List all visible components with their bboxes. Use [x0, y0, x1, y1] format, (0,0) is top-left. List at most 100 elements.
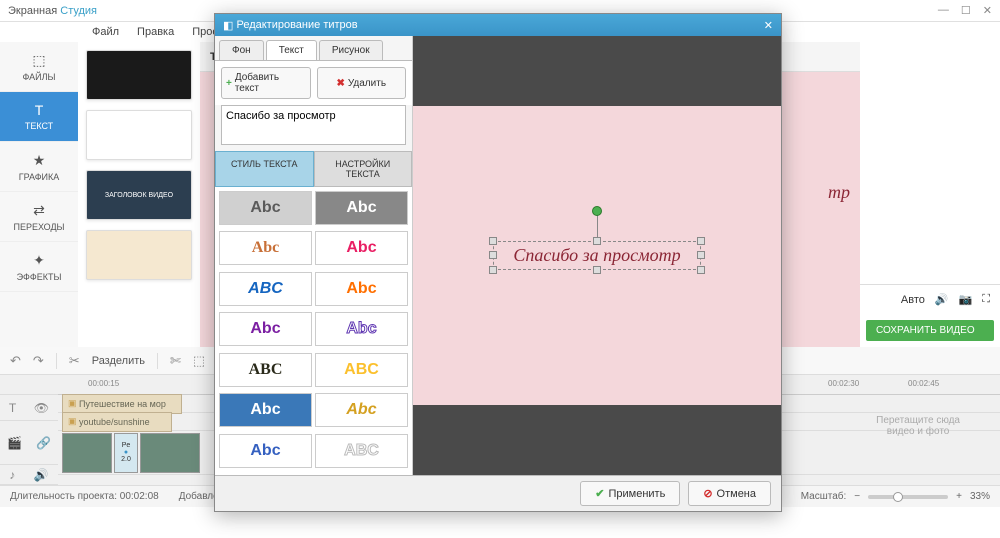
resize-handle-tr[interactable]: [697, 237, 705, 245]
thumb-item[interactable]: ЗАГОЛОВОК ВИДЕО: [86, 170, 192, 220]
ruler-tick: 00:00:15: [88, 379, 119, 388]
text-icon: T: [35, 102, 44, 118]
resize-handle-bm[interactable]: [593, 266, 601, 274]
menu-file[interactable]: Файл: [92, 26, 119, 38]
style-preset[interactable]: Abc: [219, 231, 312, 265]
sidebar-tab-files[interactable]: ⬚ФАЙЛЫ: [0, 42, 78, 92]
dialog-close-icon[interactable]: ✕: [764, 19, 773, 32]
x-icon: ✖: [336, 78, 344, 89]
audio-track-icon[interactable]: ♪: [9, 468, 15, 482]
resize-handle-ml[interactable]: [489, 251, 497, 259]
dialog-titlebar[interactable]: ◧ Редактирование титров ✕: [215, 14, 781, 36]
cut-icon[interactable]: ✄: [170, 353, 181, 369]
sidebar-tab-text[interactable]: TТЕКСТ: [0, 92, 78, 142]
cancel-icon: ⊘: [703, 487, 712, 500]
subtab-text-settings[interactable]: НАСТРОЙКИ ТЕКСТА: [314, 151, 413, 187]
menu-edit[interactable]: Правка: [137, 26, 174, 38]
check-icon: ✔: [595, 487, 604, 500]
resize-handle-bl[interactable]: [489, 266, 497, 274]
undo-icon[interactable]: ↶: [10, 353, 21, 369]
style-preset[interactable]: Abc: [219, 312, 312, 346]
style-preset[interactable]: Abc: [219, 393, 312, 427]
hint-line: Перетащите сюда: [876, 415, 960, 426]
sidebar-label: ЭФФЕКТЫ: [17, 272, 62, 282]
close-icon[interactable]: ✕: [983, 4, 992, 17]
btn-label: Удалить: [348, 78, 386, 89]
track-headers: T 👁 🎬 🔗 ♪ 🔊: [0, 375, 58, 485]
style-preset[interactable]: Abc: [315, 191, 408, 225]
cancel-button[interactable]: ⊘Отмена: [688, 481, 771, 506]
text-bounding-box[interactable]: Спасибо за просмотр: [493, 241, 700, 270]
style-subtabs: СТИЛЬ ТЕКСТА НАСТРОЙКИ ТЕКСТА: [215, 151, 412, 187]
dialog-title: Редактирование титров: [236, 19, 357, 31]
thumb-item[interactable]: [86, 230, 192, 280]
rotation-line: [597, 213, 598, 238]
style-preset[interactable]: Abc: [219, 191, 312, 225]
delete-text-button[interactable]: ✖ Удалить: [317, 67, 407, 99]
zoom-thumb[interactable]: [893, 492, 903, 502]
save-video-button[interactable]: СОХРАНИТЬ ВИДЕО: [866, 320, 994, 341]
rotation-handle[interactable]: [592, 206, 602, 216]
style-preset[interactable]: Abc: [315, 312, 408, 346]
video-track-icon[interactable]: 🎬: [7, 436, 22, 450]
speaker-icon[interactable]: 🔊: [34, 468, 49, 482]
crop-icon[interactable]: ⬚: [193, 353, 205, 369]
split-label[interactable]: Разделить: [92, 355, 145, 367]
clip-label: Pe: [122, 442, 131, 449]
auto-label[interactable]: Авто: [901, 294, 925, 306]
tab-text[interactable]: Текст: [266, 40, 317, 60]
style-preset[interactable]: Abc: [315, 231, 408, 265]
text-clip[interactable]: ▣ Путешествие на мор: [62, 394, 182, 414]
add-text-button[interactable]: +Добавить текст: [221, 67, 311, 99]
tab-image[interactable]: Рисунок: [319, 40, 383, 60]
text-input[interactable]: [221, 105, 406, 145]
resize-handle-tm[interactable]: [593, 237, 601, 245]
text-action-buttons: +Добавить текст ✖ Удалить: [215, 60, 412, 105]
sidebar-tab-graphics[interactable]: ★ГРАФИКА: [0, 142, 78, 192]
clip-label: Путешествие на мор: [79, 399, 166, 409]
maximize-icon[interactable]: ☐: [961, 4, 971, 17]
preview-frame[interactable]: Спасибо за просмотр: [413, 106, 781, 405]
star-icon: ★: [33, 152, 46, 169]
subtab-text-style[interactable]: СТИЛЬ ТЕКСТА: [215, 151, 314, 187]
link-icon[interactable]: 🔗: [36, 436, 51, 450]
style-preset[interactable]: Abc: [315, 393, 408, 427]
style-preset[interactable]: ABC: [219, 272, 312, 306]
style-preset[interactable]: ABC: [219, 353, 312, 387]
redo-icon[interactable]: ↷: [33, 353, 44, 369]
style-preset[interactable]: Abc: [219, 434, 312, 468]
resize-handle-br[interactable]: [697, 266, 705, 274]
video-clip[interactable]: [62, 433, 112, 473]
sidebar: ⬚ФАЙЛЫ TТЕКСТ ★ГРАФИКА ⇄ПЕРЕХОДЫ ✦ЭФФЕКТ…: [0, 42, 78, 347]
text-clip[interactable]: ▣ youtube/sunshine: [62, 412, 172, 432]
clip-label: youtube/sunshine: [79, 417, 150, 427]
preview-stage[interactable]: Спасибо за просмотр: [413, 36, 781, 475]
text-track-icon[interactable]: T: [9, 401, 16, 415]
sidebar-tab-transitions[interactable]: ⇄ПЕРЕХОДЫ: [0, 192, 78, 242]
style-preset[interactable]: Abc: [315, 272, 408, 306]
transition-clip[interactable]: Pe ● 2.0: [114, 433, 138, 473]
camera-icon[interactable]: 📷: [959, 293, 973, 306]
zoom-slider[interactable]: [868, 495, 948, 499]
dialog-preview: Спасибо за просмотр: [413, 36, 781, 475]
apply-button[interactable]: ✔Применить: [580, 481, 680, 506]
zoom-out-icon[interactable]: −: [854, 491, 860, 502]
dialog-left-panel: Фон Текст Рисунок +Добавить текст ✖ Удали…: [215, 36, 413, 475]
resize-handle-mr[interactable]: [697, 251, 705, 259]
thumb-item[interactable]: [86, 110, 192, 160]
split-icon[interactable]: ✂: [69, 353, 80, 369]
zoom-in-icon[interactable]: +: [956, 491, 962, 502]
fullscreen-icon[interactable]: ⛶: [982, 293, 990, 306]
eye-icon[interactable]: 👁: [34, 401, 49, 415]
template-thumbs: ЗАГОЛОВОК ВИДЕО: [78, 42, 200, 347]
style-preset[interactable]: ABC: [315, 353, 408, 387]
tab-background[interactable]: Фон: [219, 40, 264, 60]
minimize-icon[interactable]: —: [938, 4, 949, 17]
save-row: СОХРАНИТЬ ВИДЕО: [860, 314, 1000, 347]
thumb-item[interactable]: [86, 50, 192, 100]
style-preset[interactable]: ABC: [315, 434, 408, 468]
resize-handle-tl[interactable]: [489, 237, 497, 245]
sidebar-tab-effects[interactable]: ✦ЭФФЕКТЫ: [0, 242, 78, 292]
video-clip[interactable]: [140, 433, 200, 473]
speaker-icon[interactable]: 🔊: [935, 293, 949, 306]
